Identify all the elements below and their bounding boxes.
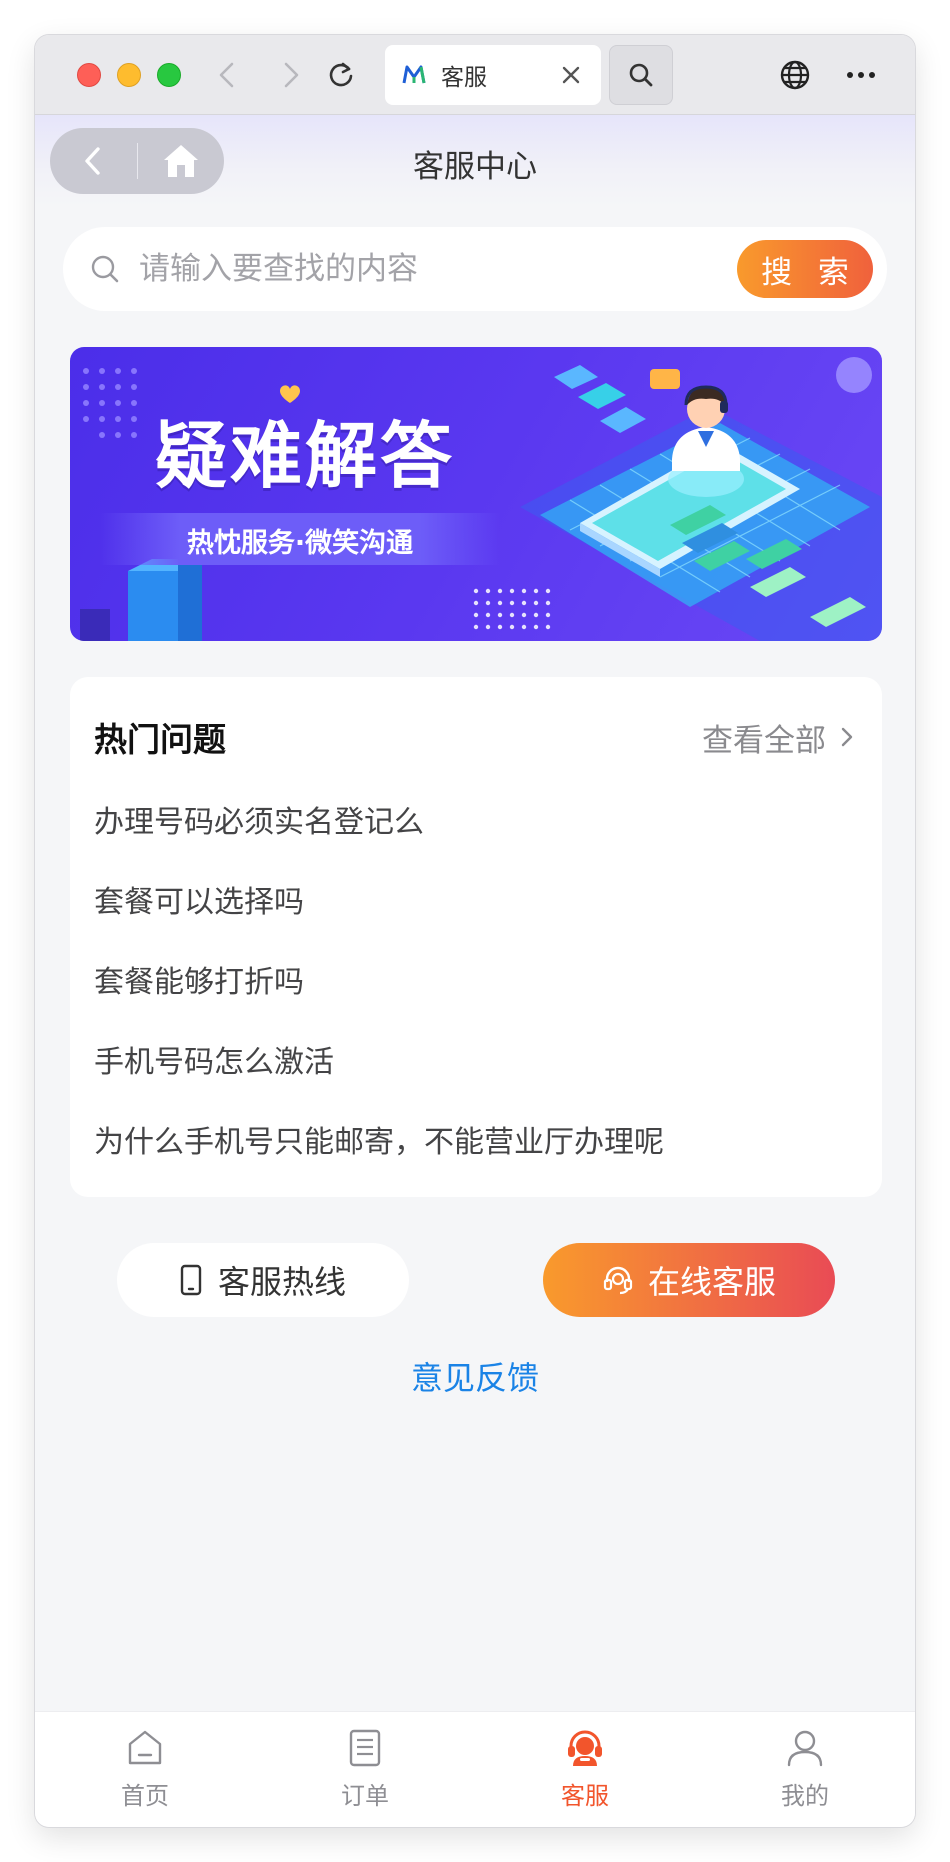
- browser-language-button[interactable]: [775, 55, 815, 95]
- maximize-window-button[interactable]: [157, 63, 181, 87]
- chevron-right-icon: [841, 727, 853, 747]
- hot-questions-card: 热门问题 查看全部 办理号码必须实名登记么 套餐可以选择吗 套餐能够打折吗 手机…: [70, 677, 882, 1197]
- banner-subtitle: 热忱服务·微笑沟通: [186, 528, 414, 559]
- section-title: 热门问题: [94, 720, 226, 759]
- customer-service-icon: [568, 1730, 602, 1766]
- order-icon: [349, 1729, 381, 1767]
- browser-search-button[interactable]: [609, 45, 673, 105]
- tab-profile[interactable]: 我的: [695, 1712, 915, 1827]
- tab-orders[interactable]: 订单: [255, 1712, 475, 1827]
- search-icon: [91, 255, 119, 283]
- home-icon: [128, 1730, 162, 1765]
- banner-title: 疑难解答: [155, 414, 456, 498]
- view-all-link[interactable]: 查看全部: [702, 715, 858, 760]
- phone-icon: [180, 1264, 202, 1296]
- back-icon: [219, 62, 234, 88]
- bottom-tab-bar: 首页 订单 客服 我的: [35, 1711, 915, 1827]
- tab-profile-label: 我的: [781, 1782, 829, 1810]
- headset-icon: [603, 1266, 633, 1295]
- view-all-label: 查看全部: [702, 722, 826, 759]
- hotline-button[interactable]: 客服热线: [117, 1243, 409, 1317]
- app-header: 客服中心: [35, 115, 915, 207]
- question-item[interactable]: 套餐能够打折吗: [94, 957, 858, 1037]
- hot-questions-list: 办理号码必须实名登记么 套餐可以选择吗 套餐能够打折吗 手机号码怎么激活 为什么…: [94, 797, 858, 1197]
- tab-customer-service-label: 客服: [561, 1782, 609, 1810]
- tab-orders-label: 订单: [341, 1782, 389, 1810]
- hot-questions-header: 热门问题 查看全部: [94, 677, 858, 797]
- profile-icon: [787, 1730, 823, 1767]
- forward-icon: [284, 62, 299, 88]
- browser-reload-button[interactable]: [321, 55, 361, 95]
- question-item[interactable]: 办理号码必须实名登记么: [94, 797, 858, 877]
- question-item[interactable]: 为什么手机号只能邮寄，不能营业厅办理呢: [94, 1117, 858, 1197]
- search-button[interactable]: 搜 索: [737, 240, 873, 298]
- browser-window: 客服 客服中心 搜 索: [35, 35, 915, 1827]
- question-item[interactable]: 手机号码怎么激活: [94, 1037, 858, 1117]
- search-input[interactable]: [139, 251, 737, 287]
- reload-icon: [329, 62, 353, 87]
- search-bar: 搜 索: [63, 227, 887, 311]
- tab-close-button[interactable]: [557, 61, 585, 89]
- tab-title: 客服: [441, 65, 487, 91]
- browser-back-button[interactable]: [207, 55, 247, 95]
- browser-toolbar: 客服: [35, 35, 915, 115]
- browser-more-button[interactable]: [839, 55, 883, 95]
- minimize-window-button[interactable]: [117, 63, 141, 87]
- feedback-link[interactable]: 意见反馈: [35, 1353, 915, 1399]
- online-service-button[interactable]: 在线客服: [543, 1243, 835, 1317]
- page-title: 客服中心: [413, 149, 537, 185]
- app-logo-icon: [402, 65, 426, 84]
- search-icon: [629, 63, 653, 87]
- tab-customer-service[interactable]: 客服: [475, 1712, 695, 1827]
- online-service-label: 在线客服: [647, 1264, 776, 1300]
- close-icon: [562, 66, 580, 84]
- promo-banner[interactable]: 疑难解答 热忱服务·微笑沟通: [70, 347, 882, 641]
- question-item[interactable]: 套餐可以选择吗: [94, 877, 858, 957]
- tab-home-label: 首页: [121, 1782, 169, 1810]
- browser-forward-button[interactable]: [271, 55, 311, 95]
- globe-icon: [780, 60, 810, 90]
- close-window-button[interactable]: [77, 63, 101, 87]
- tab-home[interactable]: 首页: [35, 1712, 255, 1827]
- browser-tab[interactable]: 客服: [385, 45, 601, 105]
- hotline-label: 客服热线: [217, 1264, 346, 1300]
- more-icon: [847, 72, 875, 78]
